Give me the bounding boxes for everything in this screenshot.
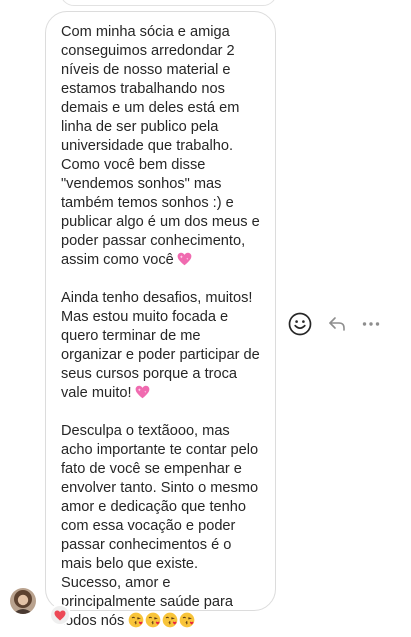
heart-reaction[interactable] — [49, 604, 71, 626]
message-text: Desculpa o textãooo, mas acho importante… — [61, 423, 259, 629]
more-options-button[interactable] — [360, 312, 382, 336]
sparkling-heart-icon — [135, 385, 149, 399]
react-button[interactable] — [288, 312, 312, 336]
message-paragraph: Desculpa o textãooo, mas acho importante… — [61, 422, 265, 631]
red-heart-icon — [54, 610, 66, 620]
face-blowing-kiss-icon — [146, 612, 161, 628]
face-blowing-kiss-icon — [163, 612, 178, 628]
message-paragraph: Com minha sócia e amiga conseguimos arre… — [61, 23, 265, 270]
profile-photo-icon — [10, 588, 36, 614]
direct-message-thread: Com minha sócia e amiga conseguimos arre… — [0, 0, 411, 637]
sparkling-heart-icon — [177, 252, 192, 266]
avatar[interactable] — [10, 588, 36, 614]
message-text: Com minha sócia e amiga conseguimos arre… — [61, 24, 260, 268]
message-text: Ainda tenho desafios, muitos! Mas estou … — [61, 290, 260, 401]
message-actions — [288, 312, 398, 336]
reply-button[interactable] — [326, 312, 348, 336]
reply-arrow-icon — [329, 317, 345, 331]
smiley-face-icon — [288, 312, 312, 336]
face-blowing-kiss-icon — [180, 612, 195, 628]
more-options-icon — [362, 322, 380, 326]
message-bubble[interactable]: Com minha sócia e amiga conseguimos arre… — [45, 11, 276, 629]
message-paragraph: Ainda tenho desafios, muitos! Mas estou … — [61, 289, 265, 403]
face-blowing-kiss-icon — [129, 612, 144, 628]
previous-message-bubble[interactable] — [60, 0, 277, 6]
